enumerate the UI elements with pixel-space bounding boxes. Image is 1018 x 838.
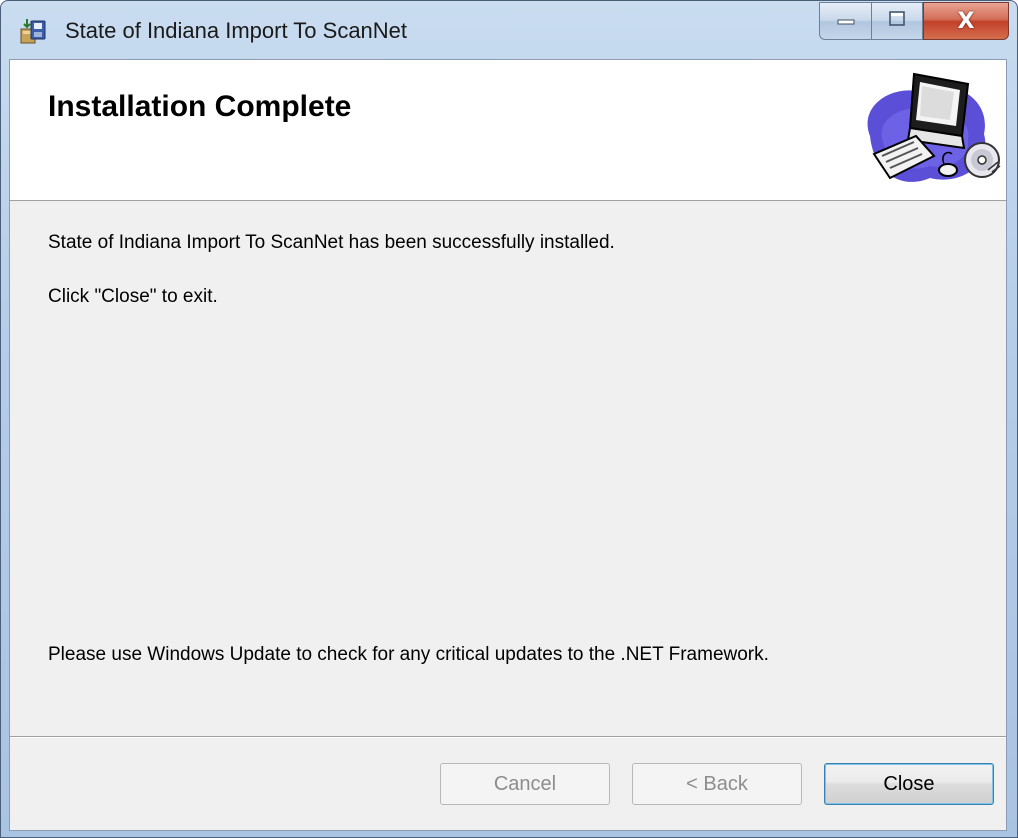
caption-buttons: X: [819, 2, 1009, 42]
minimize-icon: [835, 12, 857, 31]
close-window-button[interactable]: X: [923, 2, 1009, 40]
close-icon: X: [957, 8, 975, 34]
maximize-icon: [886, 10, 908, 33]
installer-window: State of Indiana Import To ScanNet X Ins…: [0, 0, 1018, 838]
close-button[interactable]: Close: [824, 763, 994, 805]
exit-instruction: Click "Close" to exit.: [48, 286, 218, 307]
dialog-client-area: Installation Complete State of Indiana I…: [9, 59, 1007, 831]
title-bar[interactable]: State of Indiana Import To ScanNet X: [1, 1, 1017, 59]
footer-divider: [10, 736, 1006, 738]
minimize-button[interactable]: [819, 2, 871, 40]
dotnet-update-notice: Please use Windows Update to check for a…: [48, 644, 769, 665]
page-title: Installation Complete: [48, 90, 352, 123]
maximize-button[interactable]: [871, 2, 923, 40]
success-message: State of Indiana Import To ScanNet has b…: [48, 232, 615, 253]
cancel-button[interactable]: Cancel: [440, 763, 610, 805]
back-button[interactable]: < Back: [632, 763, 802, 805]
installer-package-icon: [19, 17, 49, 47]
window-title: State of Indiana Import To ScanNet: [65, 18, 408, 43]
header-banner: Installation Complete: [10, 60, 1006, 201]
computer-with-cd-icon: [852, 66, 1002, 194]
